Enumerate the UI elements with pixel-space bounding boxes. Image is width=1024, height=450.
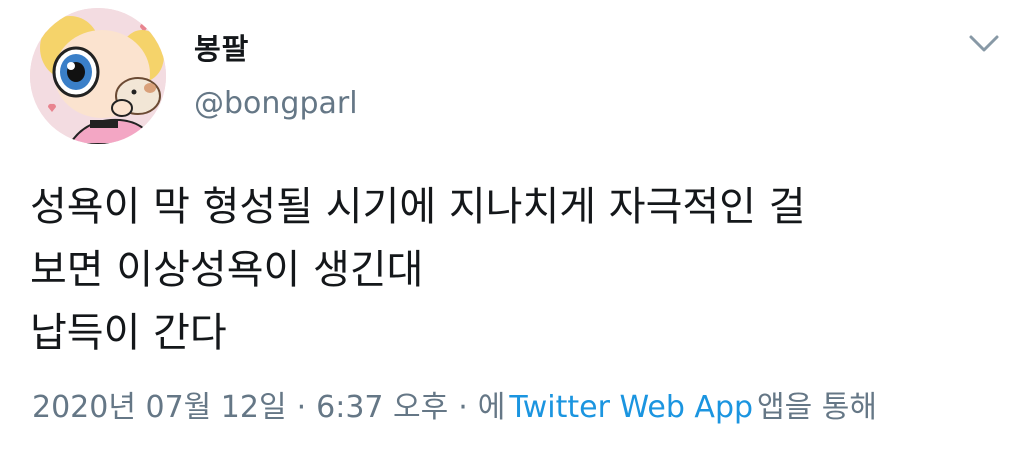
via-suffix: 앱을 통해 — [757, 390, 877, 425]
tweet-date[interactable]: 2020년 07월 12일 — [32, 390, 287, 425]
via-prefix: 에 — [477, 390, 506, 425]
tweet-text-line: 보면 이상성욕이 생긴대 — [30, 247, 424, 293]
tweet-text-line: 납득이 간다 — [30, 310, 227, 356]
tweet-metadata: 2020년 07월 12일 · 6:37 오후 · 에 Twitter Web App 앱을… — [32, 382, 877, 426]
avatar-image — [30, 8, 166, 144]
tweet-card: 봉팔 @bongparl 성욕이 막 형성될 시기에 지나치게 자극적인 걸 보… — [0, 0, 1024, 450]
more-options-button[interactable] — [966, 28, 1002, 58]
chevron-down-icon — [969, 35, 999, 52]
source-app-link[interactable]: Twitter Web App — [509, 390, 753, 425]
tweet-time[interactable]: 6:37 오후 — [316, 390, 448, 425]
user-handle[interactable]: @bongparl — [194, 86, 358, 121]
tweet-text: 성욕이 막 형성될 시기에 지나치게 자극적인 걸 보면 이상성욕이 생긴대 납… — [30, 176, 1010, 365]
separator: · — [458, 390, 468, 425]
display-name[interactable]: 봉팔 — [194, 26, 249, 68]
separator: · — [296, 390, 307, 425]
tweet-text-line: 성욕이 막 형성될 시기에 지나치게 자극적인 걸 — [30, 184, 806, 230]
avatar[interactable] — [30, 8, 166, 144]
